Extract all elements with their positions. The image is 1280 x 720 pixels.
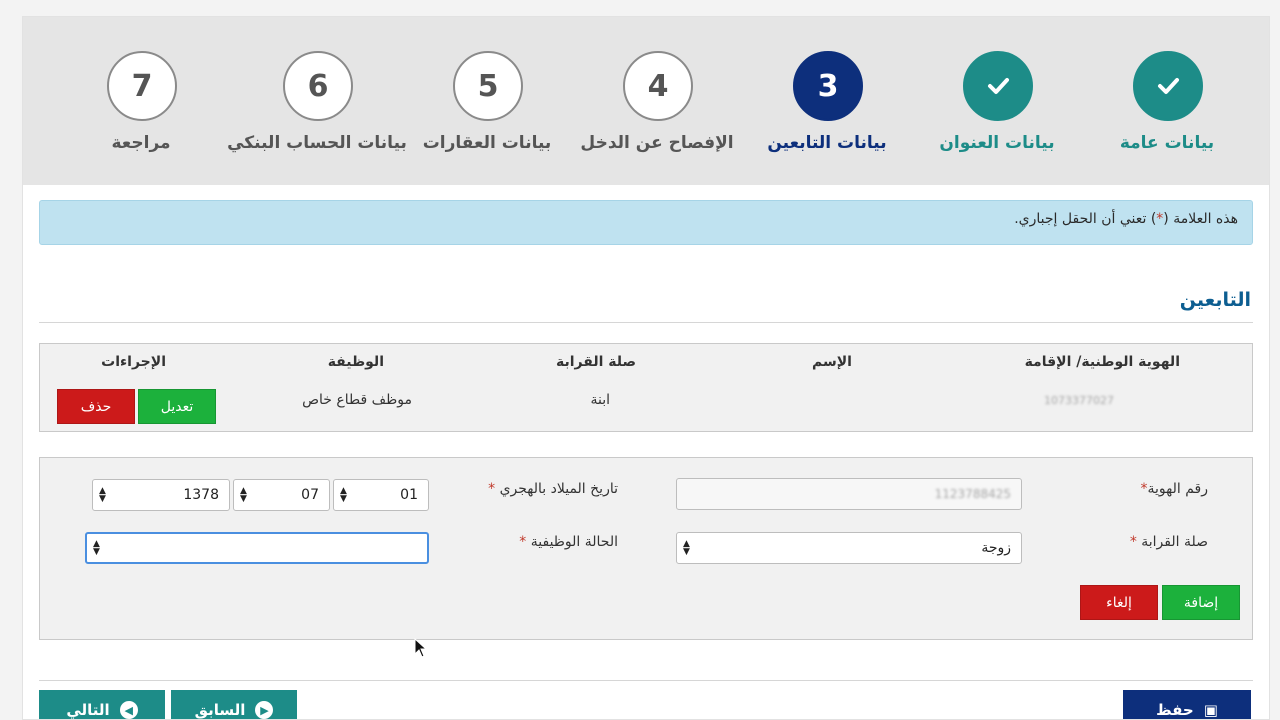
check-icon (1158, 78, 1179, 94)
id-number-label: رقم الهوية* (1140, 481, 1208, 497)
row-relation-cell: ابنة (590, 392, 610, 408)
birth-year-value: 1378 (183, 487, 219, 503)
progress-stepper: بيانات عامة بيانات العنوان 3 بيانات التا… (23, 17, 1269, 185)
row-id-cell: 1073377027 (1044, 394, 1114, 407)
step-2-circle (963, 51, 1033, 121)
relation-select[interactable]: زوجة ▲ ▼ (676, 532, 1022, 564)
next-button[interactable]: ◀ التالي (39, 690, 165, 719)
col-header-name: الإسم (812, 354, 852, 370)
spinner-icon: ▲ ▼ (99, 486, 106, 504)
spinner-icon: ▲ ▼ (340, 486, 347, 504)
step-7-circle: 7 (107, 51, 177, 121)
spinner-icon: ▲ ▼ (93, 539, 100, 557)
section-title: التابعين (1179, 289, 1251, 311)
footer-divider (39, 680, 1253, 681)
dependents-table: الهوية الوطنية/ الإقامة الإسم صلة القراب… (39, 343, 1253, 432)
step-4-circle: 4 (623, 51, 693, 121)
add-button[interactable]: إضافة (1162, 585, 1240, 620)
birth-date-label: تاريخ الميلاد بالهجري * (488, 481, 618, 497)
row-job-cell: موظف قطاع خاص (302, 392, 412, 408)
edit-button[interactable]: تعديل (138, 389, 216, 424)
required-fields-alert: هذه العلامة (*) تعني أن الحقل إجباري. (39, 200, 1253, 245)
step-3-circle: 3 (793, 51, 863, 121)
col-header-id: الهوية الوطنية/ الإقامة (1024, 354, 1180, 370)
check-icon (988, 78, 1009, 94)
step-7-label: مراجعة (111, 133, 171, 153)
previous-button[interactable]: ▶ السابق (171, 690, 297, 719)
save-button[interactable]: ▣ حفظ (1123, 690, 1251, 719)
chevron-left-icon: ◀ (119, 701, 138, 719)
birth-year-select[interactable]: 1378 ▲ ▼ (92, 479, 230, 511)
id-number-input[interactable]: 1123788425 (676, 478, 1022, 510)
cancel-button[interactable]: إلغاء (1080, 585, 1158, 620)
col-header-job: الوظيفة (327, 354, 384, 370)
delete-button[interactable]: حذف (57, 389, 135, 424)
col-header-actions: الإجراءات (101, 354, 166, 370)
birth-day-select[interactable]: 01 ▲ ▼ (333, 479, 429, 511)
birth-day-value: 01 (400, 487, 418, 503)
section-divider (39, 322, 1253, 323)
col-header-relation: صلة القرابة (556, 354, 636, 370)
mouse-cursor-icon (414, 638, 428, 658)
employment-status-select[interactable]: ▲ ▼ (85, 532, 429, 564)
previous-label: السابق (194, 701, 246, 719)
step-5-circle: 5 (453, 51, 523, 121)
step-6-circle: 6 (283, 51, 353, 121)
page-frame: بيانات عامة بيانات العنوان 3 بيانات التا… (22, 16, 1270, 720)
alert-text-before: هذه العلامة ( (1163, 211, 1238, 227)
add-dependent-form: رقم الهوية* 1123788425 تاريخ الميلاد بال… (39, 457, 1253, 640)
birth-month-value: 07 (301, 487, 319, 503)
spinner-icon: ▲ ▼ (683, 539, 690, 557)
chevron-right-icon: ▶ (255, 701, 274, 719)
step-1-circle (1133, 51, 1203, 121)
relation-value: زوجة (981, 540, 1011, 556)
alert-text-after: ) تعني أن الحقل إجباري. (1014, 211, 1157, 227)
relation-label: صلة القرابة * (1129, 534, 1208, 550)
spinner-icon: ▲ ▼ (240, 486, 247, 504)
next-label: التالي (66, 701, 110, 719)
birth-month-select[interactable]: 07 ▲ ▼ (233, 479, 330, 511)
employment-status-label: الحالة الوظيفية * (519, 534, 618, 550)
floppy-disk-icon: ▣ (1203, 701, 1218, 719)
save-label: حفظ (1156, 701, 1194, 719)
id-number-value: 1123788425 (934, 487, 1011, 501)
